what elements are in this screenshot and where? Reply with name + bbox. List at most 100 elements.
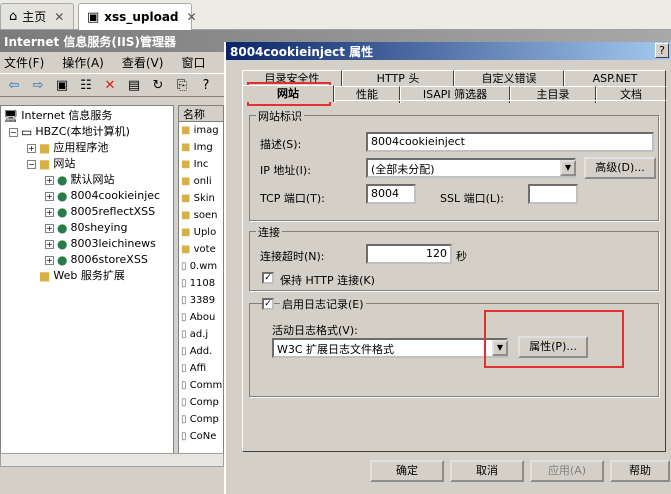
horizontal-scrollbar[interactable] [0, 453, 224, 467]
list-item[interactable]: ▯ ad.j [179, 326, 223, 343]
ssl-port-input[interactable] [528, 184, 578, 204]
list-item[interactable]: ▯ Affi [179, 360, 223, 377]
list-item[interactable]: ▯ Abou [179, 309, 223, 326]
tree-icon[interactable]: ☷ [76, 75, 96, 95]
tree-item-site[interactable]: + ● 8003leichinews [3, 236, 171, 252]
timeout-unit: 秒 [456, 250, 467, 263]
export-icon[interactable]: ⎘ [172, 75, 192, 95]
tree-item-app-pools[interactable]: + ■ 应用程序池 [3, 140, 171, 156]
expand-icon[interactable]: + [45, 223, 54, 233]
folder-icon: ■ [181, 125, 194, 136]
expand-icon[interactable]: + [45, 255, 54, 265]
up-folder-icon[interactable]: ▣ [52, 75, 72, 95]
ok-button[interactable]: 确定 [370, 460, 444, 482]
tab-home[interactable]: ⌂ 主页 ✕ [0, 3, 74, 29]
close-icon[interactable]: ✕ [187, 10, 197, 24]
folder-icon: ■ [39, 157, 51, 171]
tree-item-site[interactable]: + ● 8005reflectXSS [3, 204, 171, 220]
tree-item-site[interactable]: + ● 8004cookieinjec [3, 188, 171, 204]
folder-icon: ■ [181, 210, 194, 221]
help-button[interactable]: 帮助 [610, 460, 670, 482]
globe-icon: ● [57, 221, 68, 235]
tree-item-iis-root[interactable]: 🖥 Internet 信息服务 [3, 108, 171, 124]
tree-item-site[interactable]: + ● 80sheying [3, 220, 171, 236]
tree-item-site[interactable]: + ● 8006storeXSS [3, 252, 171, 268]
cancel-button[interactable]: 取消 [450, 460, 524, 482]
list-item[interactable]: ■ Inc [179, 156, 223, 173]
desc-input[interactable]: 8004cookieinject [366, 132, 654, 152]
list-item[interactable]: ▯ 0.wm [179, 258, 223, 275]
expand-icon[interactable]: + [45, 175, 54, 185]
enable-logging-checkbox[interactable]: ✓ [262, 298, 274, 310]
folder-icon: ■ [181, 142, 194, 153]
list-item[interactable]: ■ onli [179, 173, 223, 190]
list-item[interactable]: ■ soen [179, 207, 223, 224]
list-item-label: Affi [189, 363, 207, 374]
apply-button[interactable]: 应用(A) [530, 460, 604, 482]
timeout-input[interactable]: 120 [366, 244, 452, 264]
collapse-icon[interactable]: − [9, 127, 18, 137]
file-icon: ▯ [181, 414, 190, 425]
tcp-port-input[interactable]: 8004 [366, 184, 416, 204]
file-icon: ▯ [181, 380, 190, 391]
expand-icon[interactable]: + [27, 143, 36, 153]
expand-icon[interactable]: + [45, 239, 54, 249]
tab-xss-upload[interactable]: ▣ xss_upload ✕ [78, 3, 197, 30]
file-icon: ▯ [181, 312, 190, 323]
expand-icon[interactable]: + [45, 207, 54, 217]
tree-item-web-extensions[interactable]: ■ Web 服务扩展 [3, 268, 171, 284]
menu-file[interactable]: 文件(F) [4, 54, 44, 71]
list-item[interactable]: ▯ Comp [179, 411, 223, 428]
refresh-icon[interactable]: ↻ [148, 75, 168, 95]
tab-website[interactable]: 网站 [242, 85, 334, 102]
properties-icon[interactable]: ▤ [124, 75, 144, 95]
delete-icon[interactable]: ✕ [100, 75, 120, 95]
tab-http-headers[interactable]: HTTP 头 [342, 70, 454, 87]
enable-logging-label: 启用日志记录(E) [280, 296, 366, 312]
globe-icon: ● [57, 205, 68, 219]
list-item-label: Comp [189, 397, 219, 408]
list-item[interactable]: ■ Skin [179, 190, 223, 207]
menu-view[interactable]: 查看(V) [122, 54, 164, 71]
advanced-button[interactable]: 高级(D)... [584, 157, 656, 179]
close-icon[interactable]: ✕ [54, 10, 64, 24]
list-item[interactable]: ▯ Comm [179, 377, 223, 394]
menu-action[interactable]: 操作(A) [62, 54, 104, 71]
keepalive-checkbox[interactable]: ✓ [262, 272, 274, 284]
dropdown-arrow-icon[interactable]: ▼ [560, 160, 576, 176]
list-item[interactable]: ▯ CoNe [179, 428, 223, 445]
back-icon[interactable]: ⇦ [4, 75, 24, 95]
tree-item-label: 网站 [53, 157, 76, 170]
globe-icon: ● [57, 173, 68, 187]
file-icon: ▯ [181, 363, 190, 374]
folder-icon: ■ [181, 159, 194, 170]
tree-item-label: 80sheying [70, 221, 128, 234]
list-item[interactable]: ▯ Add. [179, 343, 223, 360]
help-icon[interactable]: ? [196, 75, 216, 95]
list-item[interactable]: ■ vote [179, 241, 223, 258]
menu-window[interactable]: 窗口 [181, 54, 205, 71]
tab-aspnet[interactable]: ASP.NET [564, 70, 666, 87]
list-item[interactable]: ■ imag [179, 122, 223, 139]
list-item[interactable]: ▯ Comp [179, 394, 223, 411]
log-format-select[interactable]: W3C 扩展日志文件格式 [272, 338, 508, 358]
tree-item-websites[interactable]: − ■ 网站 [3, 156, 171, 172]
list-item[interactable]: ■ Uplo [179, 224, 223, 241]
tree-item-local-computer[interactable]: − ▭ HBZC(本地计算机) [3, 124, 171, 140]
content-list: 名称 ■ imag ■ Img ■ Inc ■ onli ■ Skin ■ soen ■ U… [178, 105, 224, 465]
folder-icon: ■ [39, 269, 51, 283]
expand-icon[interactable]: + [45, 191, 54, 201]
collapse-icon[interactable]: − [27, 159, 36, 169]
group-logging: ✓ 启用日志记录(E) 活动日志格式(V): W3C 扩展日志文件格式 ▼ 属性… [249, 296, 659, 397]
column-header-name[interactable]: 名称 [179, 106, 223, 122]
forward-icon[interactable]: ⇨ [28, 75, 48, 95]
list-item[interactable]: ■ Img [179, 139, 223, 156]
list-item[interactable]: ▯ 1108 [179, 275, 223, 292]
list-item[interactable]: ▯ 3389 [179, 292, 223, 309]
help-icon[interactable]: ? [655, 43, 669, 58]
ip-select[interactable]: (全部未分配) [366, 158, 576, 178]
tree-item-label: 默认网站 [70, 173, 115, 186]
tab-custom-errors[interactable]: 自定义错误 [454, 70, 564, 87]
group-label: 网站标识 [256, 108, 304, 124]
tree-item-site[interactable]: + ● 默认网站 [3, 172, 171, 188]
